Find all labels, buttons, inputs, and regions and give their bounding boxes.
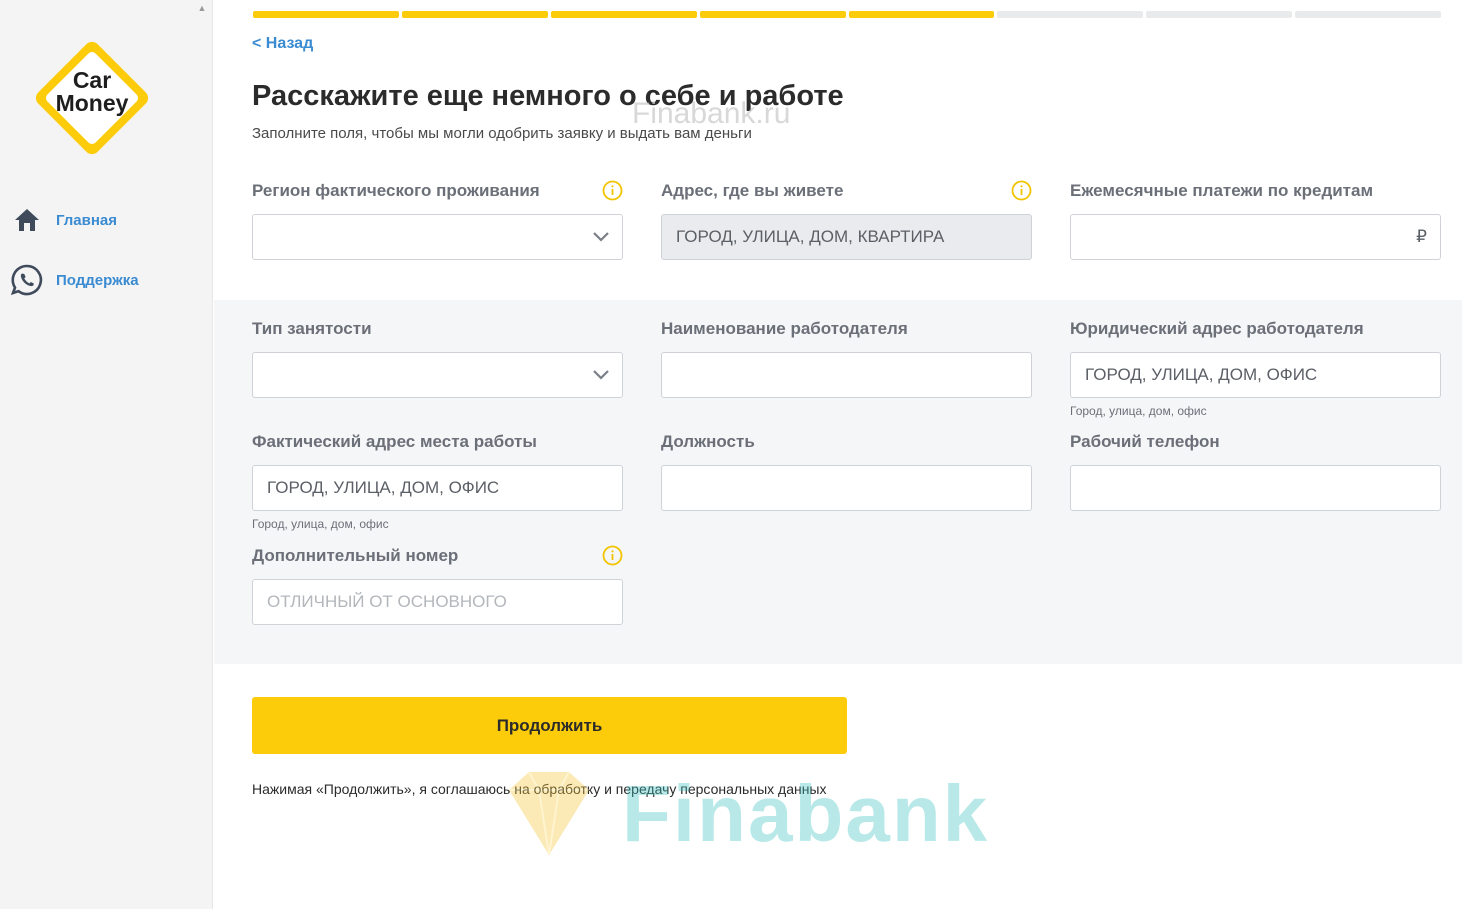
field-label: Тип занятости (252, 319, 372, 338)
info-icon[interactable] (1011, 180, 1032, 201)
employment-type-select[interactable] (252, 352, 623, 398)
home-icon (10, 203, 44, 237)
progress-step (550, 11, 697, 18)
region-field: Регион фактического проживания (252, 180, 623, 260)
monthly-payments-field: Ежемесячные платежи по кредитам ₽ (1070, 180, 1441, 260)
employer-legal-address-field: Юридический адрес работодателя ГОРОД, УЛ… (1070, 318, 1441, 418)
field-label: Наименование работодателя (661, 319, 908, 338)
extra-phone-input[interactable]: ОТЛИЧНЫЙ ОТ ОСНОВНОГО (252, 579, 623, 625)
progress-step (401, 11, 548, 18)
work-address-field: Фактический адрес места работы ГОРОД, УЛ… (252, 431, 623, 531)
sidebar-item-support[interactable]: Поддержка (10, 263, 139, 297)
watermark: Finabank (484, 760, 1004, 890)
main-content: < Назад Расскажите еще немного о себе и … (214, 0, 1462, 909)
ruble-icon: ₽ (1416, 227, 1427, 246)
field-label: Фактический адрес места работы (252, 432, 537, 451)
chevron-down-icon (593, 370, 609, 380)
watermark-text: Finabank.ru (632, 97, 791, 130)
progress-step (253, 11, 399, 18)
sidebar-item-label: Главная (56, 211, 118, 229)
continue-button[interactable]: Продолжить (252, 697, 847, 754)
info-icon[interactable] (602, 180, 623, 201)
position-field: Должность (661, 431, 1032, 511)
address-input[interactable]: ГОРОД, УЛИЦА, ДОМ, КВАРТИРА (661, 214, 1032, 260)
progress-step (848, 11, 995, 18)
position-input[interactable] (661, 465, 1032, 511)
field-label: Ежемесячные платежи по кредитам (1070, 181, 1374, 200)
region-select[interactable] (252, 214, 623, 260)
chevron-down-icon (593, 232, 609, 242)
field-label: Рабочий телефон (1070, 432, 1220, 451)
back-link[interactable]: < Назад (252, 35, 313, 53)
scroll-up-arrow-icon[interactable]: ▲ (196, 2, 208, 14)
employer-name-input[interactable] (661, 352, 1032, 398)
sidebar-item-home[interactable]: Главная (10, 203, 117, 237)
employer-name-field: Наименование работодателя (661, 318, 1032, 398)
progress-step (1295, 11, 1441, 18)
field-hint: Город, улица, дом, офис (1070, 404, 1207, 418)
field-hint: Город, улица, дом, офис (252, 517, 389, 531)
address-field: Адрес, где вы живете ГОРОД, УЛИЦА, ДОМ, … (661, 180, 1032, 260)
field-label: Должность (661, 432, 755, 451)
monthly-payments-input[interactable]: ₽ (1070, 214, 1441, 260)
watermark-text: Finabank (622, 769, 990, 858)
progress-step (699, 11, 846, 18)
extra-phone-field: Дополнительный номер ОТЛИЧНЫЙ ОТ ОСНОВНО… (252, 545, 623, 625)
work-phone-field: Рабочий телефон (1070, 431, 1441, 511)
employment-type-field: Тип занятости (252, 318, 623, 398)
diamond-icon (509, 771, 589, 856)
field-label: Юридический адрес работодателя (1070, 319, 1364, 338)
employer-legal-address-input[interactable]: ГОРОД, УЛИЦА, ДОМ, ОФИС (1070, 352, 1441, 398)
field-label: Дополнительный номер (252, 546, 459, 565)
whatsapp-icon (10, 263, 44, 297)
sidebar: ▲ Car Money Главная Поддержка (0, 0, 213, 909)
work-phone-input[interactable] (1070, 465, 1441, 511)
progress-step (1146, 11, 1293, 18)
progress-step (997, 11, 1144, 18)
progress-bar (253, 11, 1441, 18)
work-address-input[interactable]: ГОРОД, УЛИЦА, ДОМ, ОФИС (252, 465, 623, 511)
info-icon[interactable] (602, 545, 623, 566)
field-label: Адрес, где вы живете (661, 181, 844, 200)
svg-text:Money: Money (56, 90, 129, 116)
sidebar-item-label: Поддержка (56, 271, 139, 289)
carmoney-logo[interactable]: Car Money (30, 36, 154, 160)
field-label: Регион фактического проживания (252, 181, 540, 200)
